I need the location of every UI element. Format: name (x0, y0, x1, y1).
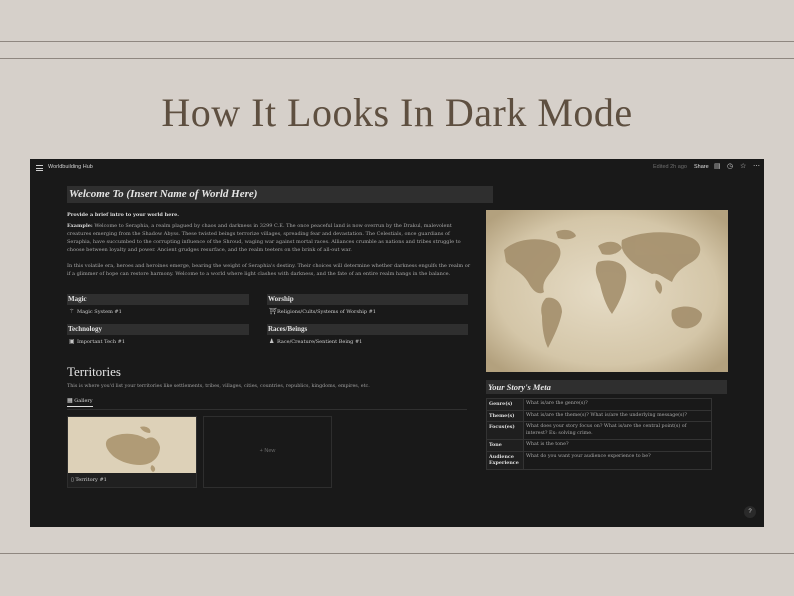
territories-description: This is where you'd list your territorie… (67, 384, 370, 389)
intro-heading: Provide a brief intro to your world here… (67, 212, 180, 218)
world-map-image (486, 210, 728, 372)
meta-value-audience[interactable]: What do you want your audience experienc… (523, 450, 712, 470)
magic-heading: Magic (67, 294, 249, 305)
bottom-divider-line (0, 553, 794, 554)
table-row: Audience Experience What do you want your… (486, 450, 712, 470)
share-button[interactable]: Share (694, 164, 709, 170)
clock-icon[interactable]: ◷ (727, 163, 733, 171)
second-paragraph: In this volatile era, heroes and heroine… (67, 263, 471, 277)
tab-gallery-label: Gallery (74, 398, 93, 404)
temple-icon: ⛩ (269, 308, 277, 315)
technology-heading: Technology (67, 324, 249, 335)
tab-divider (67, 409, 467, 410)
example-paragraph: Example: Welcome to Seraphia, a realm pl… (67, 222, 473, 254)
meta-table: Genre(s) What is/are the genre(s)? Theme(… (486, 398, 712, 470)
worship-item-label: Religions/Cults/Systems of Worship #1 (277, 309, 376, 315)
meta-key-audience: Audience Experience (486, 450, 524, 470)
magic-item[interactable]: ⚚ Magic System #1 (69, 308, 122, 315)
new-card-label: + New (259, 448, 276, 454)
territories-heading: Territories (67, 364, 121, 379)
meta-value-genre[interactable]: What is/are the genre(s)? (523, 398, 712, 411)
meta-key-focus: Focus(es) (486, 421, 524, 440)
comment-icon[interactable]: ▤ (714, 163, 721, 171)
help-button[interactable]: ? (744, 506, 756, 518)
second-divider-line (0, 58, 794, 59)
example-label: Example: (67, 223, 93, 229)
workspace-title[interactable]: Worldbuilding Hub (48, 164, 93, 170)
star-icon[interactable]: ☆ (740, 163, 746, 171)
table-row: Theme(s) What is/are the theme(s)? What i… (486, 409, 712, 422)
wand-icon: ⚚ (69, 308, 75, 315)
table-row: Tone What is the tone? (486, 439, 712, 452)
page-icon: ▯ (71, 477, 74, 483)
app-window: Worldbuilding Hub Edited 2h ago Share ▤ … (30, 159, 764, 527)
banner-headline: How It Looks In Dark Mode (161, 90, 633, 135)
territory-card-map-image (68, 417, 196, 473)
tab-gallery[interactable]: ▦ Gallery (67, 397, 93, 407)
top-divider-line (0, 41, 794, 42)
territory-card[interactable]: ▯ Territory #1 (67, 416, 197, 488)
meta-heading: Your Story's Meta (486, 380, 727, 394)
meta-value-tone[interactable]: What is the tone? (523, 439, 712, 452)
new-card-button[interactable]: + New (203, 416, 332, 488)
meta-key-tone: Tone (486, 439, 524, 452)
example-text: Welcome to Seraphia, a realm plagued by … (67, 223, 461, 253)
menu-icon[interactable] (36, 165, 43, 171)
more-icon[interactable]: ⋯ (753, 163, 760, 171)
worship-item[interactable]: ⛩Religions/Cults/Systems of Worship #1 (269, 308, 376, 315)
chip-icon: ▣ (69, 338, 75, 345)
races-item[interactable]: ♟ Race/Creature/Sentient Being #1 (269, 338, 362, 345)
races-item-label: Race/Creature/Sentient Being #1 (277, 339, 363, 345)
person-icon: ♟ (269, 338, 275, 345)
gallery-icon: ▦ (67, 397, 73, 404)
meta-value-focus[interactable]: What does your story focus on? What is/a… (523, 421, 712, 440)
races-heading: Races/Beings (267, 324, 468, 335)
magic-item-label: Magic System #1 (77, 309, 122, 315)
edited-timestamp: Edited 2h ago (653, 164, 687, 170)
page-title[interactable]: Welcome To (Insert Name of World Here) (67, 186, 493, 203)
table-row: Focus(es) What does your story focus on? … (486, 421, 712, 440)
meta-key-genre: Genre(s) (486, 398, 524, 411)
worship-heading: Worship (267, 294, 468, 305)
technology-item-label: Important Tech #1 (77, 339, 126, 345)
top-bar: Worldbuilding Hub Edited 2h ago Share ▤ … (30, 159, 764, 177)
table-row: Genre(s) What is/are the genre(s)? (486, 398, 712, 411)
territory-card-label: ▯ Territory #1 (71, 477, 107, 483)
meta-key-theme: Theme(s) (486, 409, 524, 422)
meta-value-theme[interactable]: What is/are the theme(s)? What is/are th… (523, 409, 712, 422)
technology-item[interactable]: ▣ Important Tech #1 (69, 338, 125, 345)
territory-card-title: Territory #1 (75, 477, 107, 483)
